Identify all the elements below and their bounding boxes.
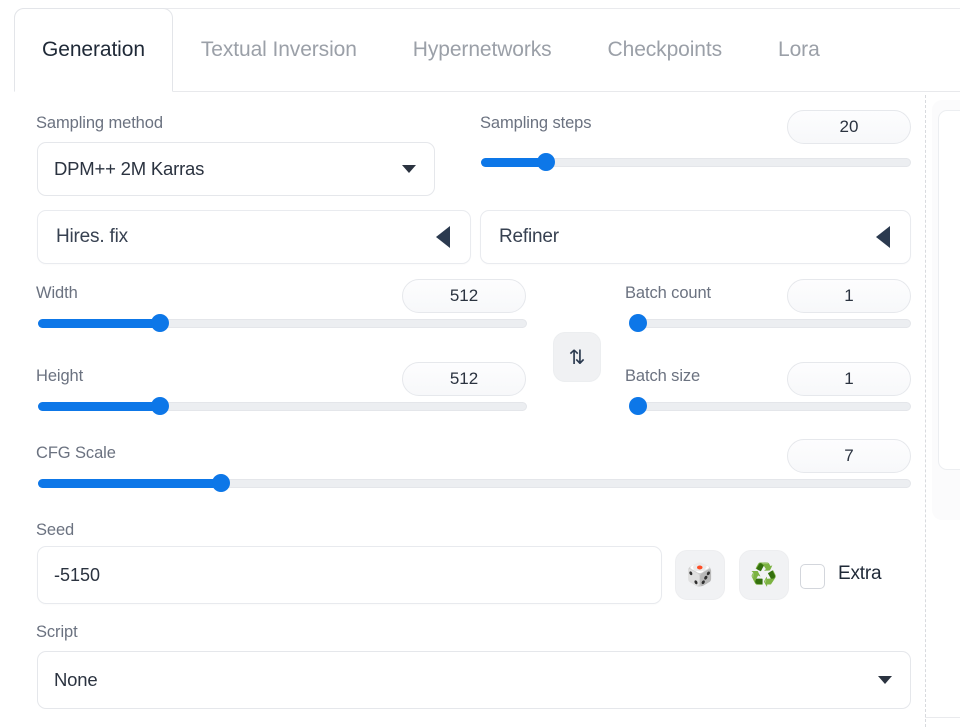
swap-dimensions-button[interactable]: ⇅ bbox=[553, 332, 601, 382]
batch-count-slider[interactable] bbox=[629, 314, 911, 332]
slider-thumb[interactable] bbox=[629, 314, 648, 332]
tab-lora-label: Lora bbox=[778, 37, 820, 61]
sampling-steps-slider[interactable] bbox=[481, 153, 911, 171]
slider-fill bbox=[38, 402, 161, 411]
tab-lora[interactable]: Lora bbox=[750, 8, 848, 91]
recycle-icon: ♻️ bbox=[750, 562, 778, 587]
tab-hypernetworks-label: Hypernetworks bbox=[412, 37, 552, 61]
tab-hypernetworks[interactable]: Hypernetworks bbox=[385, 8, 580, 91]
cfg-scale-slider[interactable] bbox=[38, 474, 911, 492]
batch-size-input[interactable]: 1 bbox=[787, 362, 911, 396]
extra-label: Extra bbox=[838, 563, 882, 584]
refiner-label: Refiner bbox=[499, 226, 559, 247]
slider-thumb[interactable] bbox=[151, 314, 170, 332]
height-slider[interactable] bbox=[38, 397, 527, 415]
chevron-down-icon bbox=[402, 165, 416, 173]
cfg-scale-input[interactable]: 7 bbox=[787, 439, 911, 473]
slider-thumb[interactable] bbox=[151, 397, 170, 415]
script-label: Script bbox=[36, 623, 78, 641]
swap-arrows-icon: ⇅ bbox=[568, 346, 586, 369]
output-preview-panel bbox=[938, 110, 960, 470]
random-seed-button[interactable]: 🎲 bbox=[675, 550, 725, 600]
column-divider bbox=[925, 95, 926, 727]
generation-form: Sampling method DPM++ 2M Karras Sampling… bbox=[0, 92, 925, 727]
tab-textual-inversion[interactable]: Textual Inversion bbox=[173, 8, 385, 91]
batch-count-input[interactable]: 1 bbox=[787, 279, 911, 313]
seed-input[interactable]: -5150 bbox=[37, 546, 662, 604]
refiner-accordion[interactable]: Refiner bbox=[480, 210, 911, 264]
hires-fix-label: Hires. fix bbox=[56, 226, 128, 247]
chevron-down-icon bbox=[878, 676, 892, 684]
height-input[interactable]: 512 bbox=[402, 362, 526, 396]
generation-panel-screen: Generation Textual Inversion Hypernetwor… bbox=[0, 0, 960, 727]
batch-size-slider[interactable] bbox=[629, 397, 911, 415]
hires-fix-accordion[interactable]: Hires. fix bbox=[37, 210, 471, 264]
width-label: Width bbox=[36, 284, 78, 302]
tab-checkpoints-label: Checkpoints bbox=[607, 37, 723, 61]
tab-bar: Generation Textual Inversion Hypernetwor… bbox=[14, 8, 960, 92]
dice-icon: 🎲 bbox=[686, 562, 714, 587]
sampling-steps-label: Sampling steps bbox=[480, 114, 592, 132]
width-input[interactable]: 512 bbox=[402, 279, 526, 313]
height-label: Height bbox=[36, 367, 84, 385]
extra-checkbox[interactable] bbox=[800, 564, 825, 589]
width-slider[interactable] bbox=[38, 314, 527, 332]
slider-fill bbox=[38, 319, 161, 328]
tab-textual-inversion-label: Textual Inversion bbox=[200, 37, 357, 61]
tab-generation[interactable]: Generation bbox=[14, 8, 173, 92]
tab-checkpoints[interactable]: Checkpoints bbox=[580, 8, 750, 91]
slider-thumb[interactable] bbox=[536, 153, 555, 171]
slider-track bbox=[630, 319, 911, 328]
recycle-seed-button[interactable]: ♻️ bbox=[739, 550, 789, 600]
cfg-scale-label: CFG Scale bbox=[36, 444, 116, 462]
slider-thumb[interactable] bbox=[629, 397, 648, 415]
sampling-method-value: DPM++ 2M Karras bbox=[54, 158, 205, 179]
script-select[interactable]: None bbox=[37, 651, 911, 709]
triangle-left-icon bbox=[876, 226, 890, 248]
seed-label: Seed bbox=[36, 521, 75, 539]
sampling-method-select[interactable]: DPM++ 2M Karras bbox=[37, 142, 435, 196]
triangle-left-icon bbox=[436, 226, 450, 248]
batch-size-label: Batch size bbox=[625, 367, 701, 385]
sampling-steps-input[interactable]: 20 bbox=[787, 110, 911, 144]
tab-generation-label: Generation bbox=[42, 38, 145, 61]
sampling-method-label: Sampling method bbox=[36, 114, 163, 132]
batch-count-label: Batch count bbox=[625, 284, 712, 302]
slider-thumb[interactable] bbox=[212, 474, 231, 492]
slider-track bbox=[630, 402, 911, 411]
slider-fill bbox=[38, 479, 222, 488]
script-value: None bbox=[54, 669, 98, 690]
